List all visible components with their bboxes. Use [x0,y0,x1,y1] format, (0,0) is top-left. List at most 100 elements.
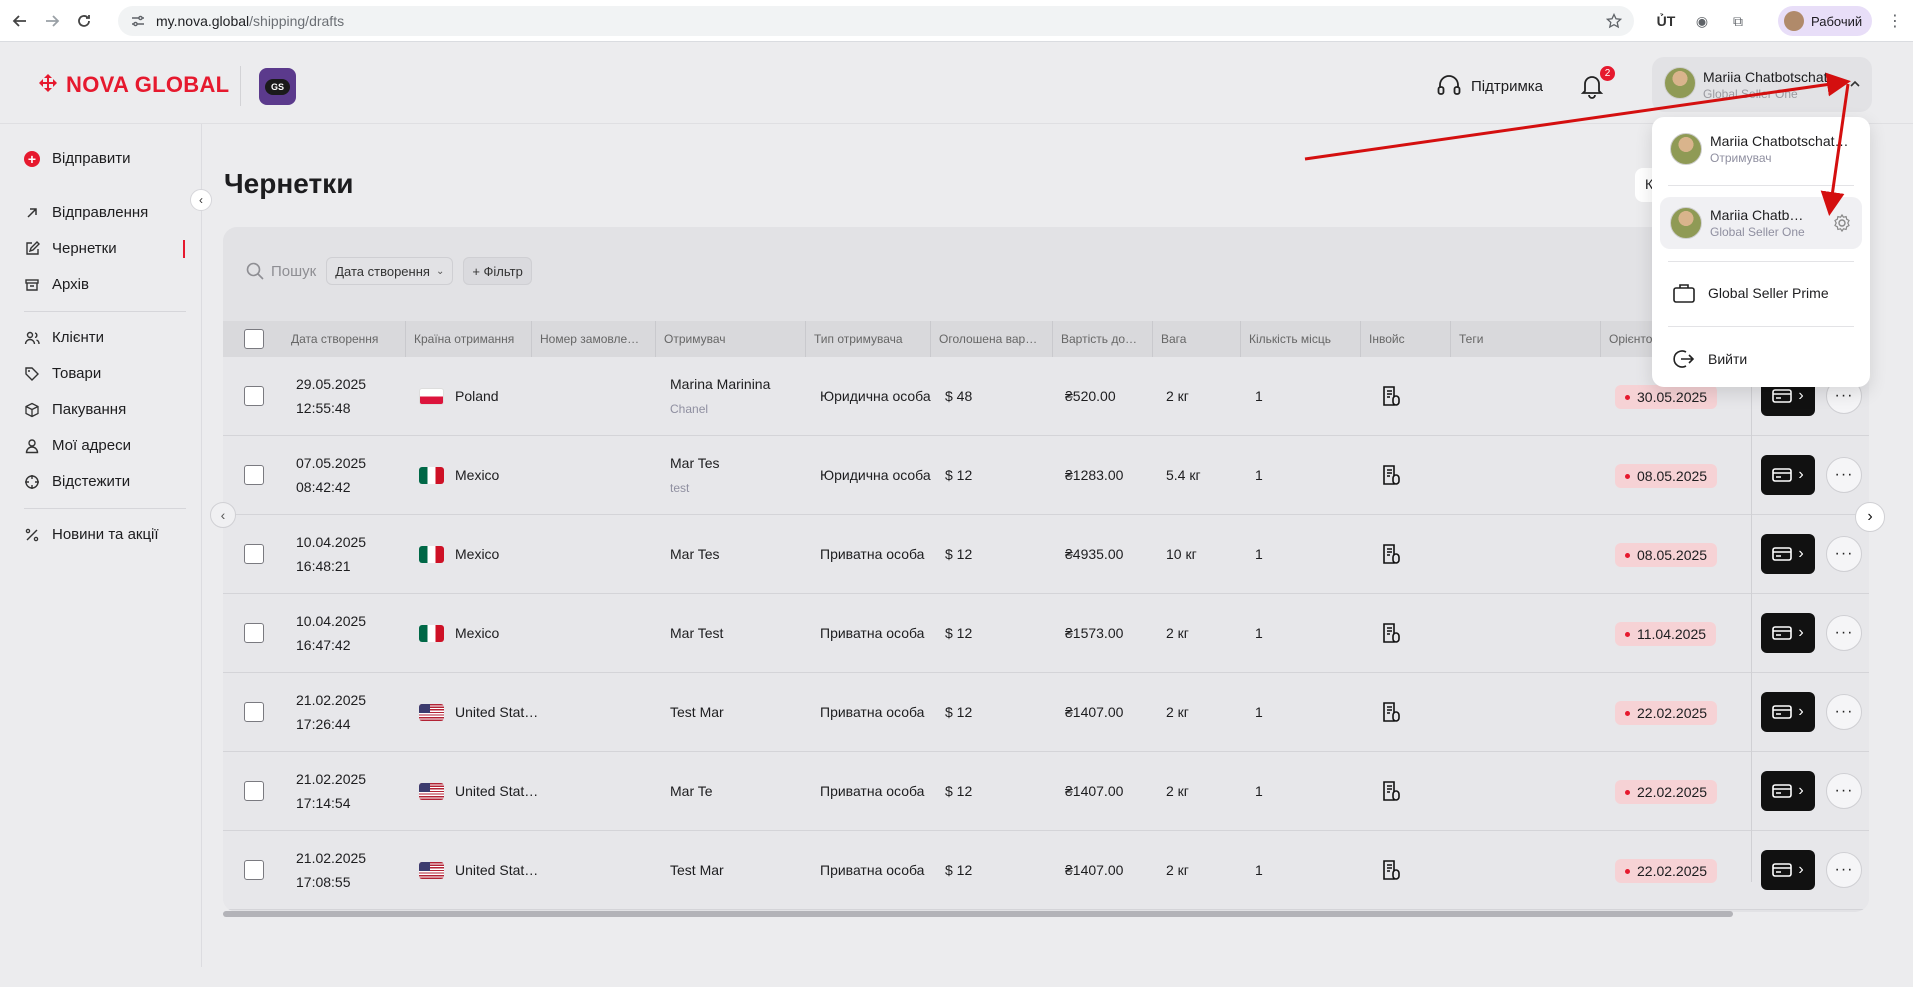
weight: 5.4 кг [1166,467,1201,483]
workspace-option[interactable]: Global Seller Prime [1672,282,1829,304]
horizontal-scrollbar[interactable] [223,911,1733,917]
row-checkbox[interactable] [244,623,264,643]
invoice-icon[interactable] [1380,701,1402,723]
extensions-puzzle-icon[interactable]: ⧉ [1727,10,1749,32]
browser-profile-button[interactable]: Рабочий [1778,6,1872,36]
places-count: 1 [1255,862,1263,878]
created-time: 16:47:42 [296,637,351,653]
account-role: Global Seller One [1710,225,1805,239]
table-row[interactable]: 21.02.2025 17:08:55 United Stat… Test Mar… [223,831,1869,910]
sidebar-item-goods[interactable]: Товари [24,365,101,382]
invoice-icon[interactable] [1380,385,1402,407]
user-name: Mariia Chatbotschat [1703,69,1828,85]
country-name: Poland [455,388,499,404]
sidebar-item-label: Новини та акції [52,526,159,543]
bookmark-star-icon[interactable] [1606,13,1622,29]
row-checkbox[interactable] [244,702,264,722]
invoice-icon[interactable] [1380,780,1402,802]
extension-ut-icon[interactable]: ỦT [1655,10,1677,32]
search-placeholder: Пошук [271,262,317,280]
user-avatar [1664,67,1696,99]
column-header[interactable]: Теги [1450,321,1600,357]
browser-menu-icon[interactable]: ⋮ [1887,11,1903,31]
sidebar-item-send[interactable]: + Відправити [24,150,131,167]
user-menu-button[interactable]: Mariia Chatbotschat Global Seller One [1652,57,1872,112]
estimated-date-badge: 22.02.2025 [1615,859,1718,883]
created-datetime: 21.02.2025 17:08:55 [296,846,366,894]
created-datetime: 10.04.2025 16:48:21 [296,530,366,578]
table-row[interactable]: 10.04.2025 16:48:21 Mexico Mar Tes Приват… [223,515,1869,594]
estimated-date-badge: 08.05.2025 [1615,464,1718,488]
table-row[interactable]: 29.05.2025 12:55:48 Poland Marina Marinin… [223,357,1869,436]
weight: 2 кг [1166,862,1189,878]
sidebar-item-track[interactable]: Відстежити [24,473,130,490]
chevron-left-icon: ‹ [220,507,226,523]
reload-icon[interactable] [72,9,96,33]
column-header[interactable]: Оголошена вар… [930,321,1052,357]
column-header[interactable]: Отримувач [655,321,805,357]
column-header[interactable]: Номер замовле… [531,321,655,357]
column-header[interactable]: Кількість місць [1240,321,1360,357]
sidebar-item-packaging[interactable]: Пакування [24,401,126,418]
country-flag-icon [419,862,444,879]
column-header[interactable]: Країна отримання [405,321,529,357]
table-row[interactable]: 21.02.2025 17:26:44 United Stat… Test Mar… [223,673,1869,752]
nova-global-logo[interactable]: NOVA GLOBAL [36,72,229,98]
recipient-name: Mar Tes [670,546,720,562]
created-datetime: 07.05.2025 08:42:42 [296,451,366,499]
sidebar-item-addresses[interactable]: Мої адреси [24,437,131,454]
invoice-icon[interactable] [1380,464,1402,486]
gs-badge-text: GS [265,78,290,95]
settings-gear-icon[interactable] [1832,213,1852,233]
sidebar-item-archive[interactable]: Архів [24,276,89,293]
row-checkbox[interactable] [244,465,264,485]
row-checkbox[interactable] [244,781,264,801]
sidebar-item-clients[interactable]: Клієнти [24,329,104,346]
back-icon[interactable] [8,9,32,33]
declared-value: $ 12 [945,467,973,483]
weight: 2 кг [1166,388,1189,404]
sidebar-item-drafts[interactable]: Чернетки [24,240,117,257]
address-bar[interactable]: my.nova.global/shipping/drafts [118,6,1634,36]
select-all-checkbox[interactable] [244,329,264,349]
sidebar-item-shipments[interactable]: Відправлення [24,204,148,221]
dropdown-separator [1668,326,1854,327]
support-link[interactable]: Підтримка [1435,72,1543,100]
row-checkbox[interactable] [244,544,264,564]
recipient-type: Приватна особа [820,862,925,878]
delivery-cost: ₴1283.00 [1065,467,1124,483]
table-row[interactable]: 10.04.2025 16:47:42 Mexico Mar Test Прива… [223,594,1869,673]
invoice-icon[interactable] [1380,543,1402,565]
user-role: Global Seller One [1703,87,1798,101]
column-header[interactable]: Вага [1152,321,1250,357]
column-header[interactable]: Інвойс [1360,321,1450,357]
invoice-icon[interactable] [1380,622,1402,644]
date-filter-select[interactable]: Дата створення ⌄ [326,257,454,285]
url-host: my.nova.global [156,13,250,29]
search-input[interactable]: Пошук [245,261,316,281]
declared-value: $ 12 [945,862,973,878]
sidebar-item-news[interactable]: Новини та акції [24,526,159,543]
scroll-right-button[interactable]: › [1855,502,1885,532]
account-option-seller[interactable]: Mariia Chatb… Global Seller One [1660,197,1862,249]
row-checkbox[interactable] [244,386,264,406]
table-row[interactable]: 07.05.2025 08:42:42 Mexico Mar Tes test Юр… [223,436,1869,515]
add-filter-button[interactable]: + Фільтр [463,257,532,285]
site-info-icon[interactable] [130,13,146,29]
invoice-icon[interactable] [1380,859,1402,881]
created-date: 10.04.2025 [296,613,367,629]
column-header[interactable]: Вартість до… [1052,321,1152,357]
places-count: 1 [1255,704,1263,720]
scroll-left-button[interactable]: ‹ [210,502,236,528]
account-option-recipient[interactable]: Mariia Chatbotschat… Отримувач [1660,125,1862,173]
row-checkbox[interactable] [244,860,264,880]
column-header[interactable]: Дата створення [283,321,401,357]
column-header[interactable]: Тип отримувача [805,321,930,357]
logout-option[interactable]: Вийти [1672,348,1747,370]
camera-icon[interactable]: ◉ [1691,10,1713,32]
table-row[interactable]: 21.02.2025 17:14:54 United Stat… Mar Te П… [223,752,1869,831]
forward-icon[interactable] [40,9,64,33]
sidebar-collapse-button[interactable]: ‹ [190,189,212,211]
gs-app-badge[interactable]: GS [259,68,296,105]
created-date: 21.02.2025 [296,771,367,787]
